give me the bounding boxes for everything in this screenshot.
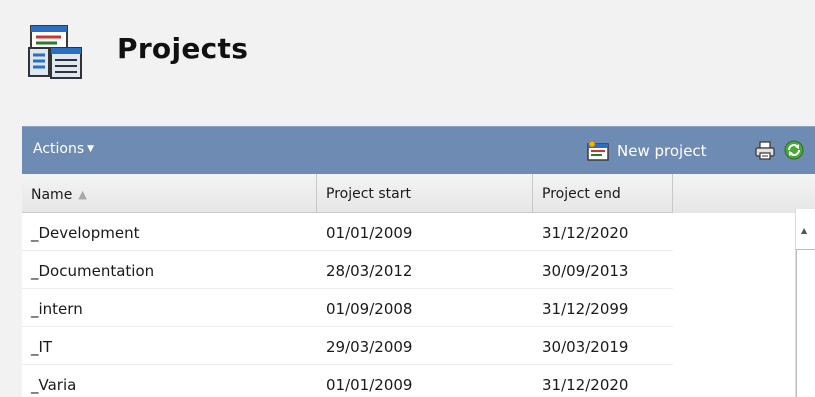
grid-header: Name ▲ Project start Project end <box>22 174 815 213</box>
table-row[interactable]: _Varia 01/01/2009 31/12/2020 <box>22 365 673 397</box>
scroll-up-arrow-icon: ▲ <box>801 226 808 235</box>
projects-page: Projects Actions ▼ New project Name ▲ Pr… <box>0 0 815 397</box>
projects-list-icon <box>28 25 82 79</box>
table-row[interactable]: _intern 01/09/2008 31/12/2099 <box>22 289 673 327</box>
cell-project-end: 31/12/2020 <box>542 376 629 394</box>
vertical-scrollbar[interactable]: ▲ <box>795 209 815 397</box>
table-row[interactable]: _IT 29/03/2009 30/03/2019 <box>22 327 673 365</box>
cell-project-start: 01/09/2008 <box>326 300 413 318</box>
cell-project-end: 31/12/2020 <box>542 224 629 242</box>
column-header-name[interactable]: Name ▲ <box>22 174 317 213</box>
scroll-thumb[interactable] <box>796 249 815 397</box>
column-header-name-label: Name <box>31 187 73 203</box>
caret-down-icon: ▼ <box>87 144 95 154</box>
cell-name: _intern <box>31 300 83 318</box>
cell-name: _IT <box>31 338 53 356</box>
page-header: Projects <box>0 0 815 125</box>
cell-project-end: 30/09/2013 <box>542 262 629 280</box>
actions-menu-button[interactable]: Actions ▼ <box>33 141 94 157</box>
page-title: Projects <box>117 32 249 65</box>
new-project-icon <box>587 141 609 161</box>
cell-name: _Varia <box>31 376 77 394</box>
cell-project-end: 31/12/2099 <box>542 300 629 318</box>
refresh-icon[interactable] <box>784 140 804 160</box>
column-header-project-start[interactable]: Project start <box>317 174 533 213</box>
scroll-up-button[interactable]: ▲ <box>796 209 815 249</box>
column-header-spacer <box>673 174 795 213</box>
cell-name: _Development <box>31 224 140 242</box>
table-row[interactable]: _Documentation 28/03/2012 30/09/2013 <box>22 251 673 289</box>
table-row[interactable]: _Development 01/01/2009 31/12/2020 <box>22 213 673 251</box>
cell-project-start: 28/03/2012 <box>326 262 413 280</box>
cell-project-start: 01/01/2009 <box>326 224 413 242</box>
projects-grid: Name ▲ Project start Project end _Develop… <box>22 174 815 397</box>
cell-project-start: 29/03/2009 <box>326 338 413 356</box>
cell-name: _Documentation <box>31 262 155 280</box>
print-icon[interactable] <box>755 140 775 160</box>
actions-menu-label: Actions <box>33 141 85 157</box>
toolbar: Actions ▼ New project <box>22 126 815 174</box>
column-header-project-end[interactable]: Project end <box>533 174 673 213</box>
sort-ascending-icon: ▲ <box>78 188 87 201</box>
cell-project-end: 30/03/2019 <box>542 338 629 356</box>
new-project-button[interactable]: New project <box>587 139 707 163</box>
cell-project-start: 01/01/2009 <box>326 376 413 394</box>
new-project-label: New project <box>617 142 707 160</box>
